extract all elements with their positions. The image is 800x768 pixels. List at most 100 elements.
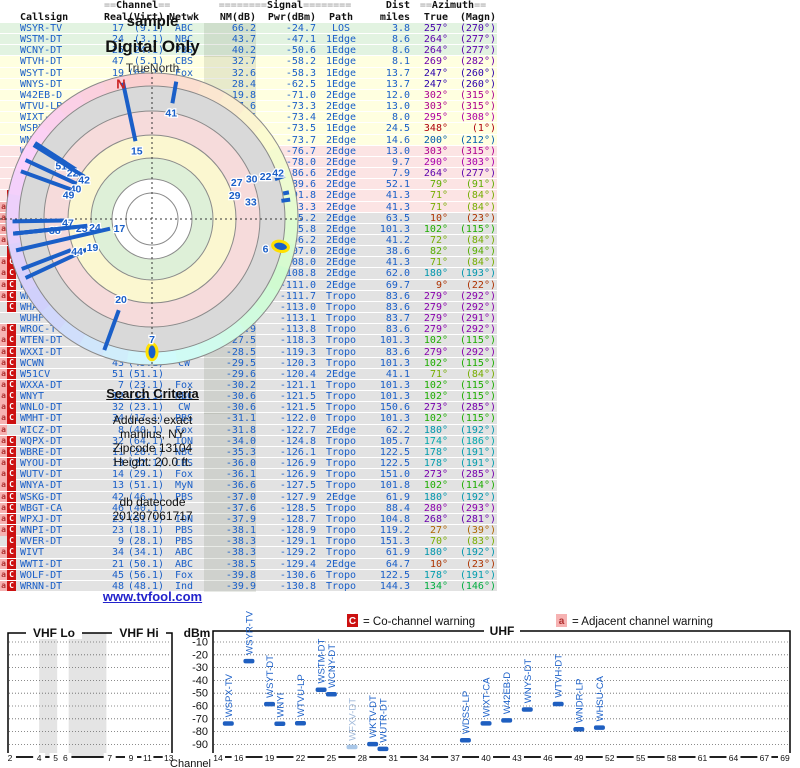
dbm-tick-label: -20 [192,649,208,661]
azimuth-wheel-sector [100,343,130,363]
azimuth-true-cell: 180° [423,424,448,436]
azimuth-wheel-sector [174,75,204,95]
azimuth-magnetic-cell: (292°) [459,301,496,313]
dot-channel-label: 7 [149,334,155,346]
db-datecode: db datecode 201207061717 [112,495,193,523]
dbm-tick-label: -80 [192,726,208,738]
azimuth-true-cell: 257° [423,23,448,34]
station-marker [480,721,492,726]
azimuth-magnetic-cell: (292°) [459,290,496,302]
azimuth-wheel-sector [151,73,179,89]
dbm-tick-label: -40 [192,675,208,687]
adjacent-channel-legend-text: = Adjacent channel warning [572,616,713,628]
station-marker [315,687,327,692]
channel-tick-label: 25 [327,753,337,763]
azimuth-true-cell: 79° [429,179,448,191]
channel-tick-label: 64 [729,753,739,763]
search-criteria: Search Criteria Address: exact manlius, … [0,387,305,524]
azimuth-magnetic-cell: (281°) [459,513,496,525]
azimuth-true-cell: 295° [423,112,448,124]
report-title: sample [126,13,179,30]
station-marker-label: WHSU-CA [595,675,606,721]
azimuth-true-cell: 10° [429,212,448,224]
azimuth-true-cell: 180° [423,547,448,559]
dbm-tick-label: -50 [192,688,208,700]
station-marker [501,718,513,723]
station-spoke [281,197,291,203]
vhf-hi-label: VHF Hi [119,626,158,640]
azimuth-magnetic-cell: (39°) [465,525,496,537]
azimuth-magnetic-cell: (192°) [459,424,496,436]
azimuth-magnetic-cell: (146°) [459,580,496,592]
azimuth-magnetic-cell: (94°) [465,246,496,258]
azimuth-wheel-sector [126,73,154,89]
co-channel-legend-text: = Co-channel warning [363,616,475,628]
search-line-zip: Zipcode 13104 [112,441,193,455]
dbm-tick-label: -70 [192,713,208,725]
spoke-channel-label: 41 [165,108,177,120]
tvfool-report: { "labels": { "dbm_axis": "dBm", "channe… [0,0,800,768]
azimuth-true-cell: 247° [423,78,448,90]
azimuth-true-cell: 279° [423,301,448,313]
azimuth-true-cell: 70° [429,536,448,548]
azimuth-true-cell: 72° [429,234,448,246]
azimuth-magnetic-cell: (191°) [459,569,496,581]
polar-signal-chart: 4115512242404947382524171944202730224229… [0,72,305,368]
table-row: a C WWTI-DT 21 (50.1) ABC -38.5 -129.4 2Edge 64.7… [0,558,497,570]
svg-text:C: C [349,616,356,627]
adjacent-channel-warning: a [0,525,7,536]
adjacent-channel-warning [0,536,7,547]
channel-tick-label: 37 [450,753,460,763]
station-marker [346,744,358,750]
azimuth-magnetic-cell: (186°) [459,435,496,447]
azimuth-true-cell: 71° [429,257,448,269]
channel-signal-plot: C = Co-channel warning a = Adjacent channel… [3,610,792,768]
azimuth-true-cell: 279° [423,290,448,302]
channel-tick-label: 5 [53,753,58,763]
channel-tick-label: 19 [265,753,275,763]
azimuth-magnetic-cell: (115°) [459,335,496,347]
spoke-channel-label: 42 [272,168,284,180]
station-marker [377,746,389,752]
callsign-cell: WOLF-DT [20,569,63,581]
azimuth-magnetic-cell: (114°) [459,480,496,492]
azimuth-true-cell: 290° [423,156,448,168]
spoke-channel-label: 22 [260,171,272,183]
channel-tick-label: 58 [667,753,677,763]
channel-tick-label: 14 [213,753,223,763]
azimuth-magnetic-cell: (282°) [459,56,496,68]
azimuth-magnetic-cell: (315°) [459,145,496,157]
azimuth-true-cell: 302° [423,89,448,101]
tvfool-link[interactable]: www.tvfool.com [0,589,305,604]
azimuth-wheel-sector [173,343,202,363]
adjacent-channel-warning: a [0,547,7,558]
azimuth-true-cell: 180° [423,491,448,503]
azimuth-magnetic-cell: (84°) [465,234,496,246]
azimuth-magnetic-cell: (115°) [459,380,496,391]
azimuth-true-cell: 269° [423,56,448,68]
channel-tick-label: 43 [512,753,522,763]
channel-tick-label: 52 [605,753,615,763]
spoke-channel-label: 17 [114,223,126,235]
azimuth-true-cell: 268° [423,513,448,525]
azimuth-true-cell: 71° [429,201,448,213]
spoke-channel-label: 49 [63,190,75,202]
table-row: C WVER-DT 9 (28.1) PBS -38.3 -129.1 Tropo 151.3 7… [0,536,497,548]
station-marker-label: WTVU-LP [296,674,307,717]
dbm-tick-label: -10 [192,637,208,649]
dbm-tick-label: -60 [192,701,208,713]
azimuth-true-cell: 178° [423,446,448,458]
station-marker [274,721,286,727]
station-marker [573,727,585,732]
station-marker [243,658,255,664]
azimuth-true-cell: 200° [423,134,448,146]
azimuth-magnetic-cell: (315°) [459,101,496,113]
azimuth-true-cell: 71° [429,190,448,202]
azimuth-wheel-sector [8,167,28,197]
callsign-cell: WIVT [20,547,45,559]
azimuth-true-cell: 178° [423,458,448,470]
callsign-cell: WNPI-DT [20,525,63,537]
azimuth-true-cell: 27° [429,525,448,537]
azimuth-magnetic-cell: (260°) [459,67,496,79]
azimuth-magnetic-cell: (115°) [459,391,496,403]
